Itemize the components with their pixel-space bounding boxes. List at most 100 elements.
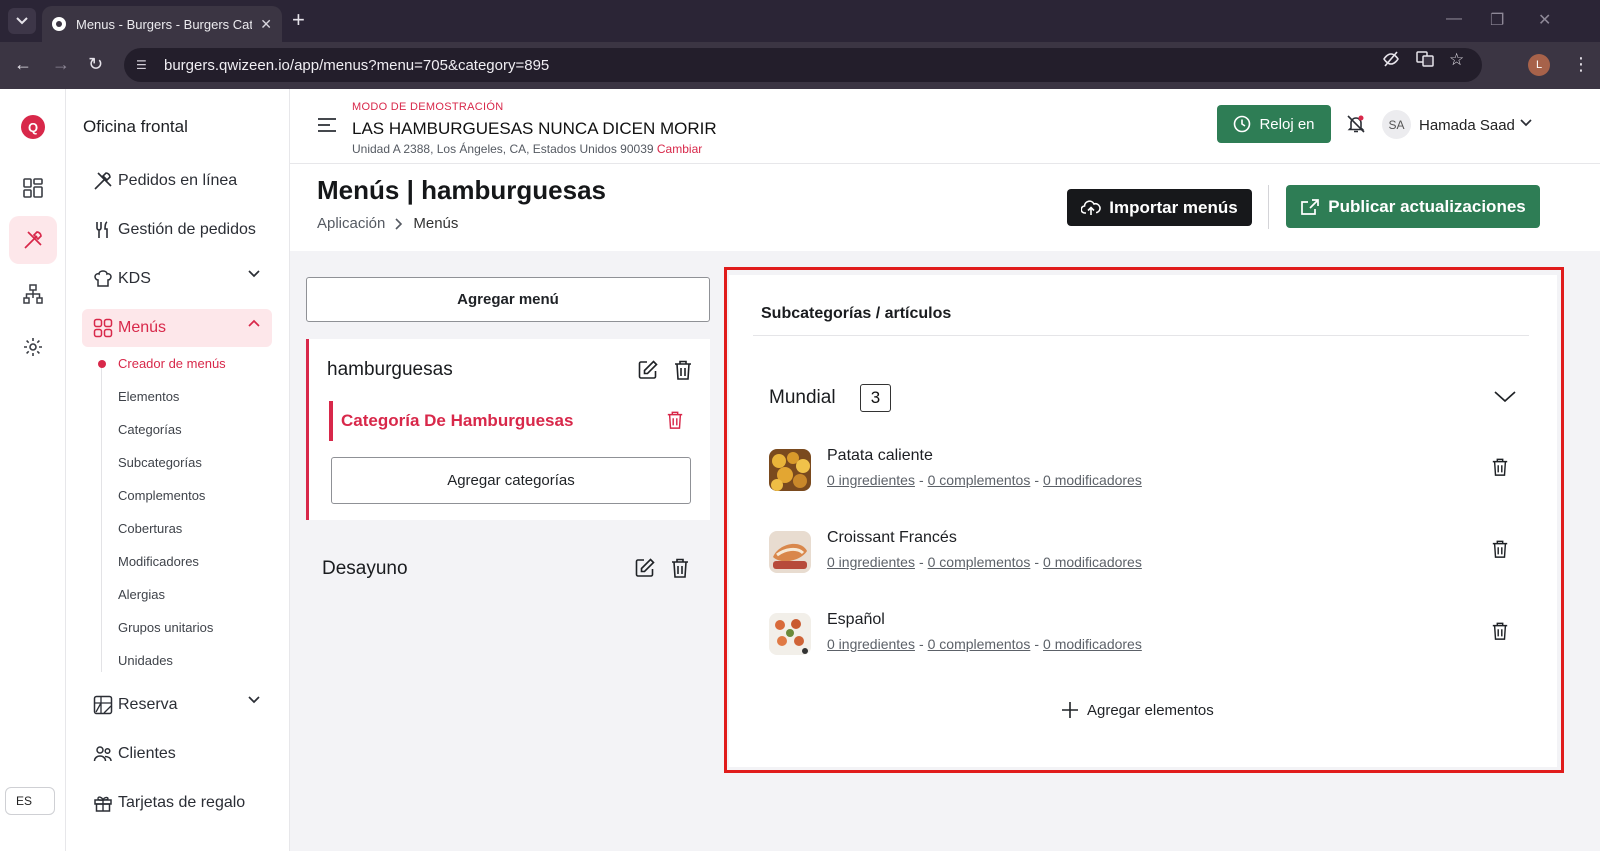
trash-icon[interactable] xyxy=(673,359,693,381)
add-categories-button[interactable]: Agregar categorías xyxy=(331,457,691,504)
separator: - xyxy=(918,554,924,570)
list-item[interactable]: Español 0 ingredientes -0 complementos -0 … xyxy=(769,611,1519,659)
edit-icon[interactable] xyxy=(637,359,659,381)
app-logo[interactable]: Q xyxy=(21,115,45,139)
ingredients-link[interactable]: 0 ingredientes xyxy=(827,636,915,652)
list-item[interactable]: Croissant Francés 0 ingredientes -0 compl… xyxy=(769,529,1519,577)
sidebar-item-label: Gestión de pedidos xyxy=(118,221,256,238)
restore-icon[interactable]: ❐ xyxy=(1490,10,1504,30)
complements-link[interactable]: 0 complementos xyxy=(928,472,1031,488)
ingredients-link[interactable]: 0 ingredientes xyxy=(827,472,915,488)
publish-updates-button[interactable]: Publicar actualizaciones xyxy=(1286,185,1540,228)
sidebar: Oficina frontal Pedidos en línea Gestión… xyxy=(66,89,290,851)
user-avatar[interactable]: SA xyxy=(1382,110,1411,139)
publish-updates-label: Publicar actualizaciones xyxy=(1328,196,1526,216)
sub-item-categories[interactable]: Categorías xyxy=(118,422,182,437)
menu-card-desayuno[interactable]: Desayuno xyxy=(306,540,710,592)
item-count-badge: 3 xyxy=(860,384,891,412)
sub-item-subcategories[interactable]: Subcategorías xyxy=(118,455,202,470)
ingredients-link[interactable]: 0 ingredientes xyxy=(827,554,915,570)
sub-item-toppings[interactable]: Coberturas xyxy=(118,521,182,536)
item-links: 0 ingredientes -0 complementos -0 modifica… xyxy=(827,472,1142,488)
address-text: Unidad A 2388, Los Ángeles, CA, Estados … xyxy=(352,142,654,156)
notifications-off-icon[interactable] xyxy=(1346,114,1366,134)
food-thumbnail xyxy=(769,449,811,491)
separator: - xyxy=(918,636,924,652)
list-item[interactable]: Patata caliente 0 ingredientes -0 complem… xyxy=(769,447,1519,495)
chevron-down-icon xyxy=(248,696,260,704)
utensils-icon[interactable] xyxy=(9,216,57,264)
sub-item-menu-builder[interactable]: Creador de menús xyxy=(118,356,226,371)
new-tab-button[interactable]: + xyxy=(292,9,305,31)
restaurant-address: Unidad A 2388, Los Ángeles, CA, Estados … xyxy=(352,142,702,156)
grid-icon xyxy=(92,317,114,339)
eye-off-icon[interactable] xyxy=(1382,50,1400,73)
modifiers-link[interactable]: 0 modificadores xyxy=(1043,636,1142,652)
sub-item-allergies[interactable]: Alergias xyxy=(118,587,165,602)
minimize-icon[interactable]: — xyxy=(1446,10,1462,28)
category-row[interactable]: Categoría De Hamburguesas xyxy=(329,401,689,441)
chevron-down-icon[interactable] xyxy=(1520,119,1532,127)
sidebar-item-reservation[interactable]: Reserva xyxy=(82,686,272,724)
import-menus-button[interactable]: Importar menús xyxy=(1067,189,1252,226)
complements-link[interactable]: 0 complementos xyxy=(928,636,1031,652)
trash-icon[interactable] xyxy=(670,557,690,579)
forward-icon[interactable]: → xyxy=(52,54,70,75)
back-icon[interactable]: ← xyxy=(14,54,32,75)
hamburger-menu-icon[interactable] xyxy=(317,117,337,133)
item-name: Croissant Francés xyxy=(827,529,957,546)
main-content: Menús | hamburguesas Aplicación Menús Im… xyxy=(290,165,1600,851)
close-window-icon[interactable]: ✕ xyxy=(1538,10,1551,30)
sidebar-item-customers[interactable]: Clientes xyxy=(82,735,272,773)
trash-icon[interactable] xyxy=(1491,539,1509,564)
dashboard-icon[interactable] xyxy=(9,164,57,212)
add-items-button[interactable]: Agregar elementos xyxy=(1061,701,1214,719)
trash-icon[interactable] xyxy=(666,410,684,430)
add-menu-button[interactable]: Agregar menú xyxy=(306,277,710,322)
sub-item-complements[interactable]: Complementos xyxy=(118,488,205,503)
sidebar-item-kds[interactable]: KDS xyxy=(82,260,272,298)
trash-icon[interactable] xyxy=(1491,457,1509,482)
tab-search-button[interactable] xyxy=(8,8,36,34)
close-tab-icon[interactable]: ✕ xyxy=(260,16,272,33)
sitemap-icon[interactable] xyxy=(9,270,57,318)
chevron-right-icon xyxy=(395,217,403,230)
sub-item-elements[interactable]: Elementos xyxy=(118,389,179,404)
chef-hat-icon xyxy=(92,268,114,290)
complements-link[interactable]: 0 complementos xyxy=(928,554,1031,570)
browser-tab[interactable]: Menus - Burgers - Burgers Cate ✕ xyxy=(42,6,282,42)
food-thumbnail xyxy=(769,531,811,573)
modifiers-link[interactable]: 0 modificadores xyxy=(1043,554,1142,570)
sidebar-item-label: KDS xyxy=(118,270,151,287)
sidebar-item-online-orders[interactable]: Pedidos en línea xyxy=(82,162,272,200)
profile-avatar[interactable]: L xyxy=(1528,54,1550,76)
change-location-link[interactable]: Cambiar xyxy=(657,142,702,156)
sidebar-item-order-management[interactable]: Gestión de pedidos xyxy=(82,211,272,249)
clock-in-button[interactable]: Reloj en xyxy=(1217,105,1331,143)
separator: - xyxy=(918,472,924,488)
site-info-icon[interactable]: ☰ xyxy=(136,58,154,72)
sub-item-units[interactable]: Unidades xyxy=(118,653,173,668)
translate-icon[interactable] xyxy=(1416,50,1434,73)
cloud-upload-icon xyxy=(1081,199,1101,215)
sidebar-item-gift-cards[interactable]: Tarjetas de regalo xyxy=(82,784,272,822)
browser-menu-icon[interactable]: ⋮ xyxy=(1572,54,1590,75)
edit-icon[interactable] xyxy=(634,557,656,579)
settings-gear-icon[interactable] xyxy=(9,323,57,371)
trash-icon[interactable] xyxy=(1491,621,1509,646)
reload-icon[interactable]: ↻ xyxy=(88,54,103,75)
breadcrumb-home[interactable]: Aplicación xyxy=(317,215,385,232)
menu-card-hamburguesas[interactable]: hamburguesas Categoría De Hamburguesas A… xyxy=(306,339,710,520)
user-name[interactable]: Hamada Saad xyxy=(1419,117,1515,134)
bookmark-star-icon[interactable]: ☆ xyxy=(1449,50,1464,70)
separator: - xyxy=(1034,636,1040,652)
address-bar[interactable]: ☰ burgers.qwizeen.io/app/menus?menu=705&… xyxy=(124,48,1482,82)
modifiers-link[interactable]: 0 modificadores xyxy=(1043,472,1142,488)
sidebar-item-menus[interactable]: Menús xyxy=(82,309,272,347)
subcategory-name[interactable]: Mundial xyxy=(769,387,836,409)
menu-name: hamburguesas xyxy=(327,359,453,380)
language-selector[interactable]: ES xyxy=(5,787,55,815)
sub-item-unit-groups[interactable]: Grupos unitarios xyxy=(118,620,213,635)
chevron-down-icon[interactable] xyxy=(1494,391,1516,403)
sub-item-modifiers[interactable]: Modificadores xyxy=(118,554,199,569)
